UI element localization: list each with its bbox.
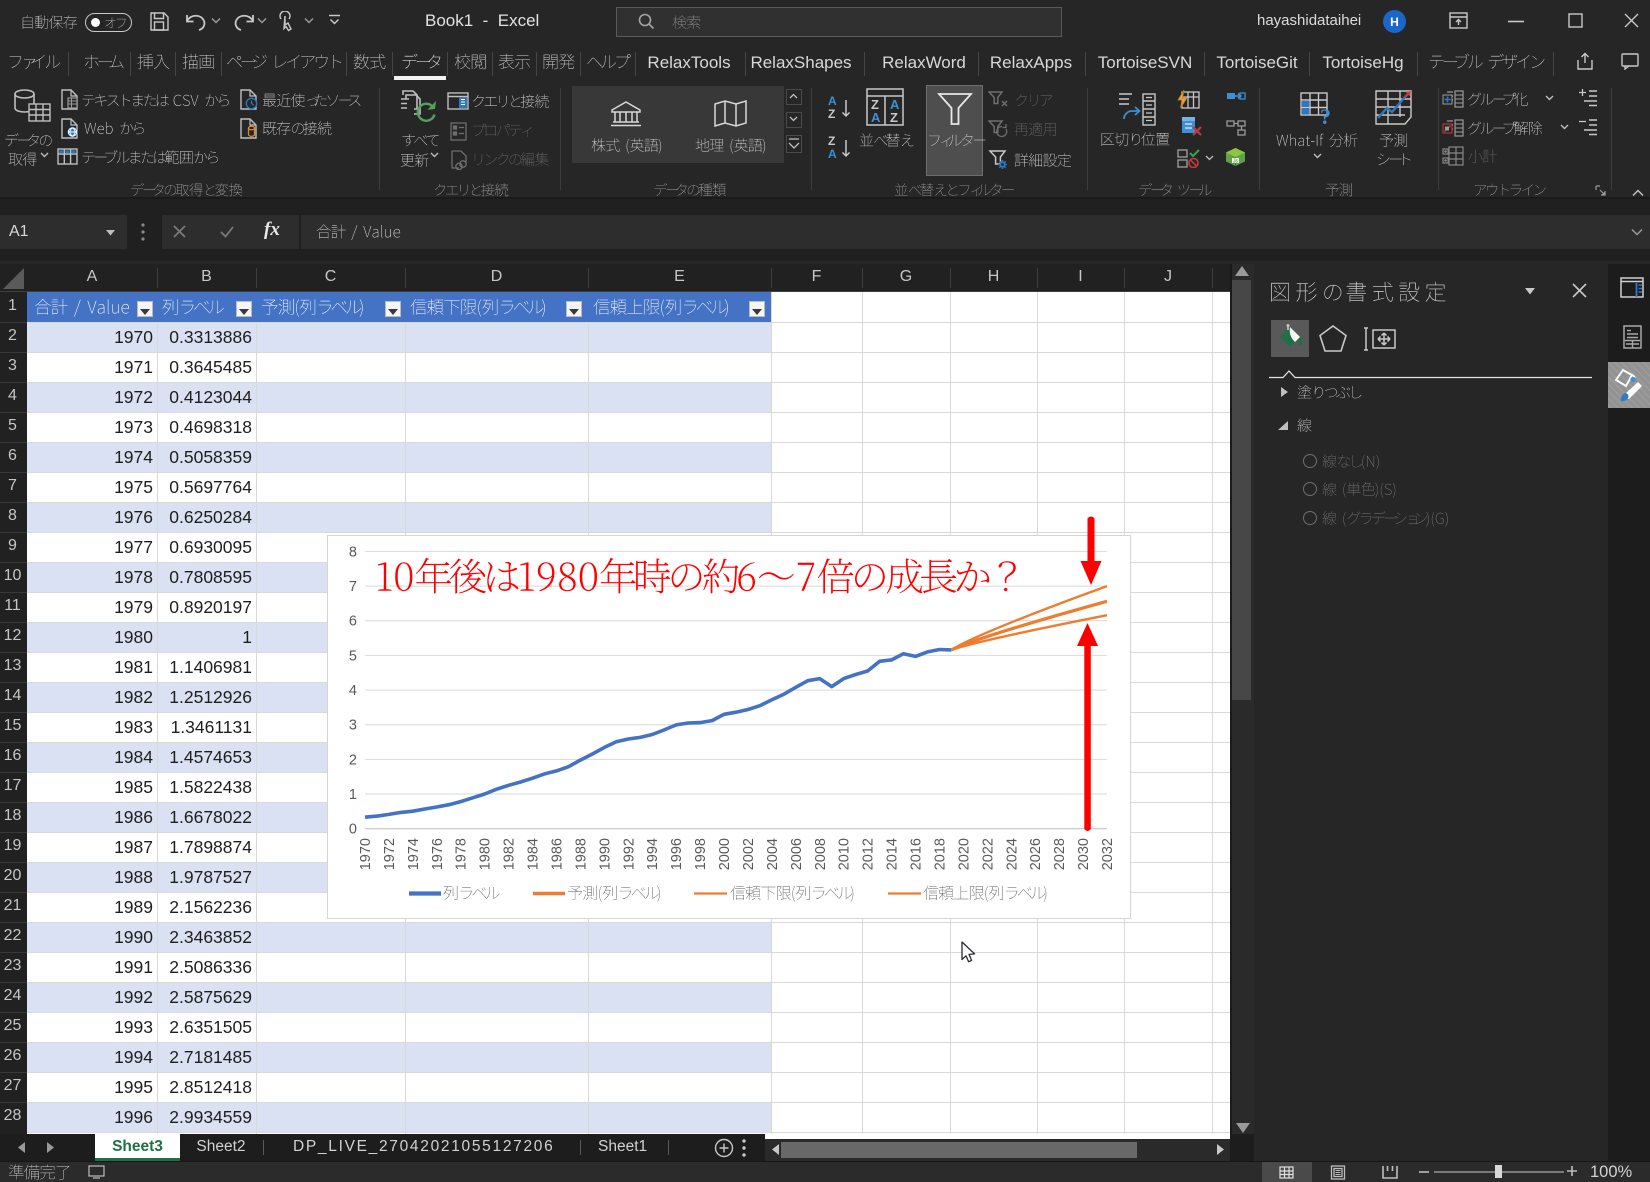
svg-text:1990: 1990	[597, 838, 613, 870]
svg-text:2008: 2008	[813, 838, 829, 870]
svg-text:1994: 1994	[645, 838, 661, 870]
svg-text:2014: 2014	[885, 838, 901, 870]
svg-text:1974: 1974	[406, 838, 422, 870]
svg-text:1978: 1978	[454, 838, 470, 870]
svg-text:1: 1	[349, 787, 357, 803]
svg-text:1976: 1976	[430, 838, 446, 870]
svg-text:1992: 1992	[621, 838, 637, 870]
svg-text:1986: 1986	[550, 838, 566, 870]
svg-text:1980: 1980	[478, 838, 494, 870]
svg-text:6: 6	[349, 614, 357, 630]
svg-text:5: 5	[349, 648, 357, 664]
svg-text:Z: Z	[828, 107, 835, 121]
svg-text:2032: 2032	[1100, 838, 1116, 870]
svg-text:2026: 2026	[1028, 838, 1044, 870]
svg-text:2012: 2012	[861, 838, 877, 870]
svg-text:2006: 2006	[789, 838, 805, 870]
svg-text:1988: 1988	[573, 838, 589, 870]
svg-text:2016: 2016	[909, 838, 925, 870]
svg-text:2022: 2022	[980, 838, 996, 870]
svg-text:2020: 2020	[956, 838, 972, 870]
svg-text:2018: 2018	[933, 838, 949, 870]
svg-text:1970: 1970	[358, 838, 374, 870]
svg-text:2028: 2028	[1052, 838, 1068, 870]
svg-text:0: 0	[349, 822, 357, 838]
svg-text:A: A	[871, 110, 881, 125]
svg-text:Z: Z	[890, 110, 898, 125]
svg-text:?: ?	[1320, 104, 1331, 126]
svg-text:2010: 2010	[837, 838, 853, 870]
svg-text:2000: 2000	[717, 838, 733, 870]
svg-text:A: A	[828, 147, 837, 161]
svg-text:1972: 1972	[382, 838, 398, 870]
svg-text:Z: Z	[828, 134, 835, 148]
svg-text:2004: 2004	[765, 838, 781, 870]
svg-text:1996: 1996	[669, 838, 685, 870]
svg-text:1984: 1984	[526, 838, 542, 870]
svg-text:2: 2	[349, 752, 357, 768]
svg-text:8: 8	[349, 544, 357, 560]
svg-text:7: 7	[349, 579, 357, 595]
svg-text:4: 4	[349, 683, 357, 699]
svg-text:1982: 1982	[502, 838, 518, 870]
svg-text:2024: 2024	[1004, 838, 1020, 870]
svg-text:1998: 1998	[693, 838, 709, 870]
svg-text:2002: 2002	[741, 838, 757, 870]
svg-text:A: A	[828, 94, 837, 108]
svg-text:Js: Js	[1233, 159, 1239, 165]
svg-text:3: 3	[349, 718, 357, 734]
svg-text:2030: 2030	[1076, 838, 1092, 870]
